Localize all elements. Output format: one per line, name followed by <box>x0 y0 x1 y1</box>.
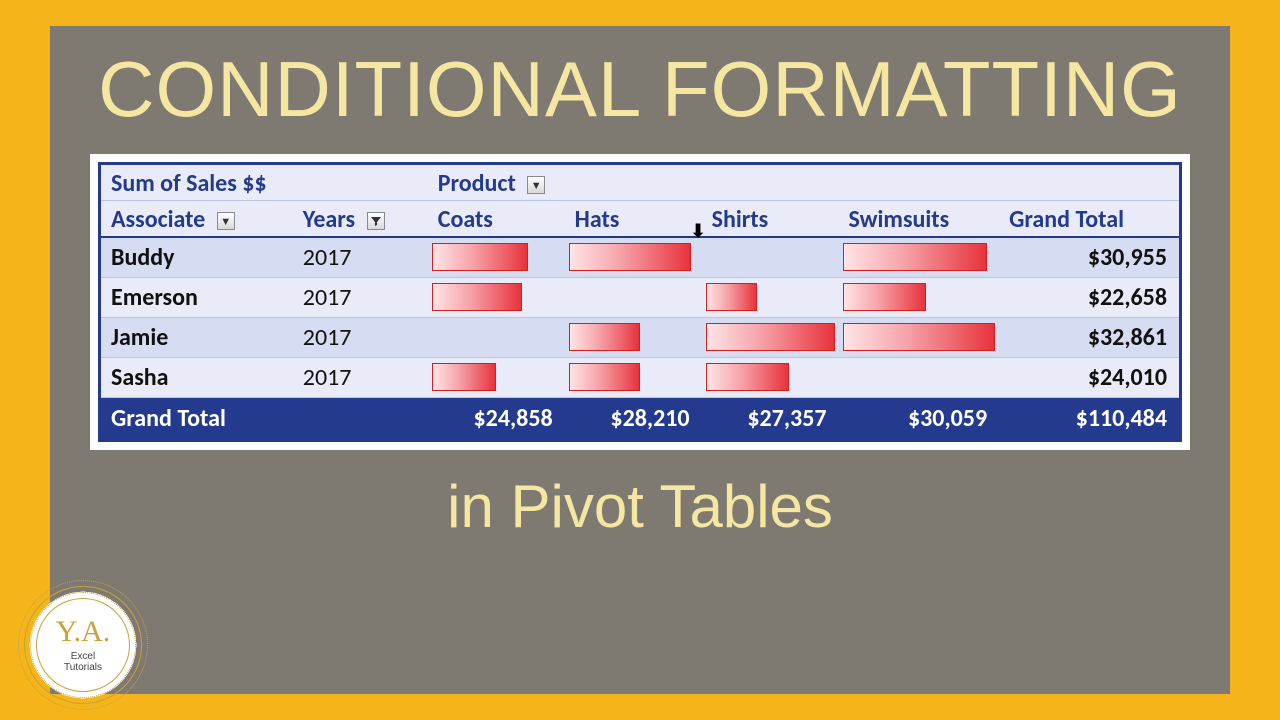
data-bar <box>432 363 496 391</box>
table-row: Jamie 2017 $32,861 <box>101 317 1179 357</box>
years-filter-icon[interactable] <box>367 212 385 230</box>
data-bar <box>706 363 790 391</box>
data-bar <box>706 283 758 311</box>
data-bar <box>843 323 996 351</box>
col-header-hats[interactable]: Hats <box>575 205 620 234</box>
table-row: Buddy 2017 $30,955 <box>101 237 1179 277</box>
grand-total-row: Grand Total $24,858 $28,210 $27,357 $30,… <box>101 397 1179 439</box>
col-header-grandtotal: Grand Total <box>999 201 1179 238</box>
channel-logo: Y.A. Excel Tutorials <box>18 580 148 710</box>
data-bar <box>569 363 640 391</box>
year-field-label: Years <box>303 205 355 234</box>
data-bar <box>843 243 988 271</box>
pivot-table: Sum of Sales $$ Product ▼ Associate ▼ Ye… <box>101 165 1179 439</box>
mouse-cursor-icon: ⬇ <box>691 220 706 242</box>
slide-title: CONDITIONAL FORMATTING <box>90 50 1190 128</box>
col-header-swimsuits[interactable]: Swimsuits <box>839 201 1000 238</box>
slide-subtitle: in Pivot Tables <box>90 472 1190 541</box>
product-dropdown-icon[interactable]: ▼ <box>527 176 545 194</box>
data-bar <box>569 323 640 351</box>
col-header-coats[interactable]: Coats <box>428 201 565 238</box>
data-bar <box>706 323 835 351</box>
table-row: Sasha 2017 $24,010 <box>101 357 1179 397</box>
data-bar <box>432 243 529 271</box>
associate-dropdown-icon[interactable]: ▼ <box>217 212 235 230</box>
slide-frame: CONDITIONAL FORMATTING Sum of Sales $$ P… <box>50 26 1230 694</box>
row-field-label: Associate <box>111 205 205 234</box>
col-header-shirts[interactable]: Shirts <box>702 201 839 238</box>
column-field-label: Product <box>438 169 516 198</box>
pivot-container: Sum of Sales $$ Product ▼ Associate ▼ Ye… <box>90 154 1190 450</box>
data-bar <box>843 283 927 311</box>
table-row: Emerson 2017 $22,658 <box>101 277 1179 317</box>
data-bar <box>569 243 691 271</box>
data-bar <box>432 283 522 311</box>
measure-label: Sum of Sales $$ <box>111 169 267 198</box>
